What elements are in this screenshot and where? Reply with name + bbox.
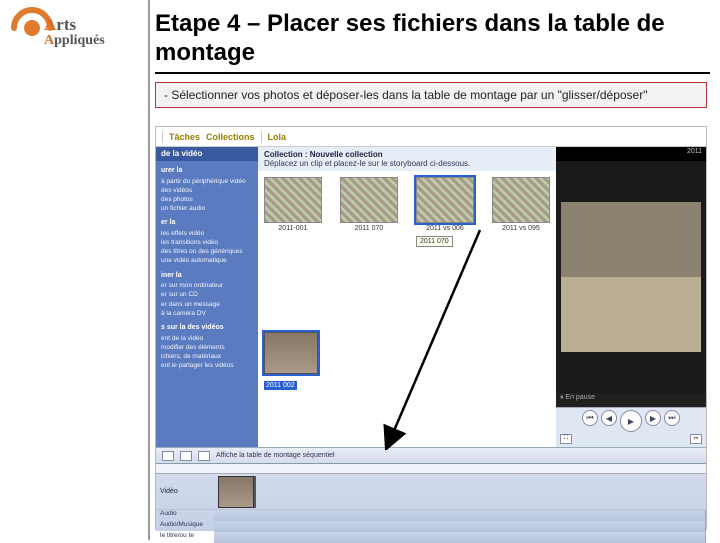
task-link[interactable]: des photos [161, 196, 253, 204]
task-link[interactable]: un fichier audio [161, 205, 253, 213]
title-track[interactable] [214, 532, 706, 543]
preview-image [556, 161, 706, 393]
zoom-icon[interactable] [198, 451, 210, 461]
preview-controls: ⏮ ◀ ▶ ▶ ⏭ ⛶ ✂ [556, 407, 706, 447]
audio-track[interactable] [214, 510, 706, 521]
preview-header: 2011 [556, 147, 706, 161]
page-title: Etape 4 – Placer ses fichiers dans la ta… [155, 10, 710, 74]
fullscreen-icon[interactable]: ⛶ [560, 434, 572, 444]
task-pane: de la vidéo urer la à partir du périphér… [156, 147, 258, 447]
task-link[interactable]: des titres ou des génériques [161, 248, 253, 256]
thumbnail[interactable]: 2011 070 [340, 177, 398, 232]
logo: Arts Appliqués [8, 4, 138, 64]
play-button-icon[interactable]: ▶ [620, 410, 642, 432]
task-link[interactable]: une vidéo automatique [161, 257, 253, 265]
toolbar-item[interactable]: Lola [268, 132, 287, 142]
thumbnail-dragging[interactable]: 2011 002 [264, 332, 318, 392]
toolbar-item[interactable]: Tâches [169, 132, 200, 142]
tooltip: 2011 070 [416, 236, 453, 247]
screenshot-movie-maker: Tâches Collections Lola de la vidéo urer… [155, 126, 707, 530]
task-link[interactable]: des vidéos [161, 187, 253, 195]
task-link[interactable]: les effets vidéo [161, 230, 253, 238]
timeline-view-icon[interactable] [162, 451, 174, 461]
task-link[interactable]: modifier des éléments [161, 344, 253, 352]
prev-skip-fwd-icon[interactable]: ⏭ [664, 410, 680, 426]
prev-skip-back-icon[interactable]: ⏮ [582, 410, 598, 426]
split-icon[interactable]: ✂ [690, 434, 702, 444]
toolbar-item[interactable]: Collections [206, 132, 255, 142]
video-clip[interactable] [218, 476, 254, 508]
storyboard-view-icon[interactable] [180, 451, 192, 461]
taskpane-header: de la vidéo [156, 147, 258, 161]
task-link[interactable]: les transitions vidéo [161, 239, 253, 247]
instruction-box: - Sélectionner vos photos et déposer-les… [155, 82, 707, 108]
task-link[interactable]: er sur mon ordinateur [161, 282, 253, 290]
preview-pane: 2011 ⏸ En pause ⏮ ◀ ▶ ▶ ⏭ ⛶ ✂ [556, 147, 706, 447]
prev-rewind-icon[interactable]: ◀ [601, 410, 617, 426]
app-toolbar: Tâches Collections Lola [156, 127, 706, 147]
task-link[interactable]: ent de la vidéo [161, 335, 253, 343]
task-link[interactable]: à partir du périphérique vidéo [161, 178, 253, 186]
video-track[interactable]: Vidéo [156, 474, 706, 510]
timeline-topbar: Affiche la table de montage séquentiel [156, 447, 706, 463]
prev-forward-icon[interactable]: ▶ [645, 410, 661, 426]
timeline: Vidéo Audio Audio/Musique le titre/ou te [156, 463, 706, 531]
task-link[interactable]: ent le partager les vidéos [161, 362, 253, 370]
task-link[interactable]: à la caméra DV [161, 310, 253, 318]
music-track[interactable] [214, 521, 706, 532]
thumbnail[interactable]: 2011 vs 095 [492, 177, 550, 232]
preview-status: ⏸ En pause [556, 393, 706, 407]
task-link[interactable]: er sur un CD [161, 291, 253, 299]
thumbnail-selected[interactable]: 2011 vs 0062011 070 [416, 177, 474, 232]
timeline-ruler[interactable] [156, 464, 706, 474]
task-link[interactable]: er dans un message [161, 301, 253, 309]
collection-pane: Collection : Nouvelle collection Déplace… [258, 147, 556, 447]
collection-header: Collection : Nouvelle collection Déplace… [258, 147, 556, 171]
thumbnail[interactable]: 2011-001 [264, 177, 322, 232]
logo-text: Arts Appliqués [44, 16, 105, 49]
task-link[interactable]: ichiers, de matériaux [161, 353, 253, 361]
